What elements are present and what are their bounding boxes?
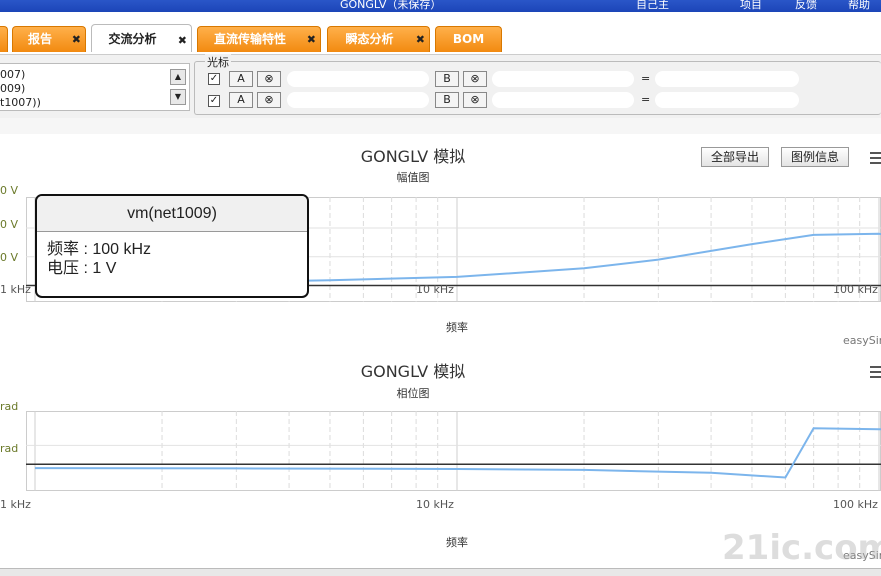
cursor-2-b-field[interactable] xyxy=(492,92,634,108)
y-tick-label: 0 V xyxy=(0,218,19,231)
tab-dc-transfer-label: 直流传输特性 xyxy=(213,32,286,46)
y-tick-label: rad xyxy=(0,400,19,413)
chart-menu-icon[interactable] xyxy=(870,152,881,164)
menu-feedback[interactable]: 反馈 xyxy=(795,0,817,12)
cursor-2-checkbox[interactable]: ✓ xyxy=(208,95,220,107)
x-tick-label: 100 kHz xyxy=(833,498,878,511)
chart-1-title: GONGLV 模拟 xyxy=(360,147,466,166)
tab-partial[interactable] xyxy=(0,26,8,52)
cursor-1-a-button[interactable]: A xyxy=(229,71,253,87)
cursor-2-b-button[interactable]: B xyxy=(435,92,459,108)
list-item[interactable]: 007) xyxy=(0,68,189,82)
chart-2-subtitle: 相位图 xyxy=(396,387,430,400)
x-tick-label: 10 kHz xyxy=(416,283,454,296)
tab-ac-analysis-label: 交流分析 xyxy=(108,32,157,46)
x-tick-label: 10 kHz xyxy=(416,498,454,511)
panel-divider xyxy=(0,118,881,134)
export-all-button[interactable]: 全部导出 xyxy=(701,147,769,167)
y-tick-label: 0 V xyxy=(0,184,19,197)
chart-1-x-title: 频率 xyxy=(446,321,468,334)
cursor-1-a-field[interactable] xyxy=(287,71,429,87)
toolbar-row: 007) 009) t1007)) ▲ ▼ 光标 ✓ A ⊗ B ⊗ = ✓ A… xyxy=(0,54,881,118)
x-tick-label: 100 kHz xyxy=(833,283,878,296)
cursor-2-b-clear-button[interactable]: ⊗ xyxy=(463,92,487,108)
tooltip-freq-label: 频率 xyxy=(47,241,80,258)
tab-bar: 报告 ✖ 交流分析 ✖ 直流传输特性 ✖ 瞬态分析 ✖ BOM xyxy=(0,12,881,54)
tab-report-label: 报告 xyxy=(27,32,52,46)
project-title: GONGLV（未保存） xyxy=(340,0,442,11)
cursor-1-b-button[interactable]: B xyxy=(435,71,459,87)
list-item[interactable]: 009) xyxy=(0,82,189,96)
cursor-1-b-field[interactable] xyxy=(492,71,634,87)
phase-chart[interactable] xyxy=(26,411,881,491)
menu-project[interactable]: 项目 xyxy=(740,0,762,12)
cursor-2-result-field[interactable] xyxy=(655,92,799,108)
list-item[interactable]: t1007)) xyxy=(0,96,189,110)
chart-tooltip: vm(net1009) 频率 : 100 kHz 电压 : 1 V xyxy=(35,194,309,298)
cursor-2-a-clear-button[interactable]: ⊗ xyxy=(257,92,281,108)
chart-menu-icon[interactable] xyxy=(870,366,881,378)
x-tick-label: 1 kHz xyxy=(0,498,31,511)
tab-bom[interactable]: BOM xyxy=(435,26,502,52)
tab-ac-analysis[interactable]: 交流分析 ✖ xyxy=(91,24,192,52)
tab-transient[interactable]: 瞬态分析 ✖ xyxy=(327,26,430,52)
cursor-2-a-field[interactable] xyxy=(287,92,429,108)
tooltip-volt-label: 电压 xyxy=(47,260,80,277)
x-tick-label: 1 kHz xyxy=(0,283,31,296)
cursor-1-result-field[interactable] xyxy=(655,71,799,87)
close-icon[interactable]: ✖ xyxy=(416,28,425,52)
equals-sign: = xyxy=(641,93,651,106)
scroll-down-icon[interactable]: ▼ xyxy=(170,89,186,105)
legend-info-button[interactable]: 图例信息 xyxy=(781,147,849,167)
y-tick-label: 0 V xyxy=(0,251,19,264)
tooltip-volt-value: 1 V xyxy=(92,260,117,277)
tab-dc-transfer[interactable]: 直流传输特性 ✖ xyxy=(197,26,321,52)
tooltip-freq-value: 100 kHz xyxy=(92,241,152,258)
site-watermark: 21ic.com xyxy=(722,528,881,568)
cursor-2-a-button[interactable]: A xyxy=(229,92,253,108)
net-list[interactable]: 007) 009) t1007)) ▲ ▼ xyxy=(0,63,190,111)
tab-report[interactable]: 报告 ✖ xyxy=(12,26,86,52)
chart-credit[interactable]: easySim xyxy=(843,334,881,347)
tab-transient-label: 瞬态分析 xyxy=(345,32,394,46)
menu-help[interactable]: 帮助 xyxy=(848,0,870,12)
tab-bom-label: BOM xyxy=(452,32,485,46)
close-icon[interactable]: ✖ xyxy=(178,29,187,53)
cursor-panel: 光标 ✓ A ⊗ B ⊗ = ✓ A ⊗ B ⊗ = xyxy=(194,54,881,115)
cursor-1-b-clear-button[interactable]: ⊗ xyxy=(463,71,487,87)
close-icon[interactable]: ✖ xyxy=(307,28,316,52)
chart-1-subtitle: 幅值图 xyxy=(396,171,430,184)
y-tick-label: rad xyxy=(0,442,19,455)
status-bar xyxy=(0,568,881,576)
tooltip-title: vm(net1009) xyxy=(37,196,307,232)
chart-2-x-title: 频率 xyxy=(446,536,468,549)
cursor-legend: 光标 xyxy=(205,54,231,70)
equals-sign: = xyxy=(641,72,651,85)
chart-2-title: GONGLV 模拟 xyxy=(360,362,466,381)
app-title-bar: GONGLV（未保存） 自己主 项目 反馈 帮助 xyxy=(0,0,881,12)
menu-user[interactable]: 自己主 xyxy=(636,0,669,12)
cursor-1-a-clear-button[interactable]: ⊗ xyxy=(257,71,281,87)
cursor-1-checkbox[interactable]: ✓ xyxy=(208,73,220,85)
close-icon[interactable]: ✖ xyxy=(72,28,81,52)
scroll-up-icon[interactable]: ▲ xyxy=(170,69,186,85)
